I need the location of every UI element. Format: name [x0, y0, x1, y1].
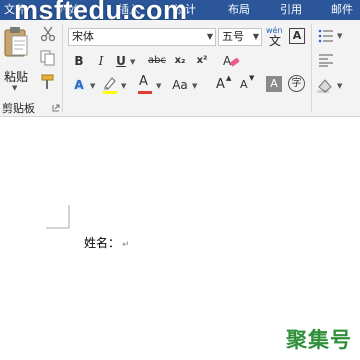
font-name-select[interactable]: 宋体 ▼ — [68, 28, 216, 46]
font-color-swatch — [138, 91, 152, 94]
arrow-down-icon: ▼ — [249, 74, 255, 82]
clipboard-icon — [4, 27, 28, 57]
group-separator — [62, 24, 63, 112]
clipboard-group-label: 剪贴板 — [2, 102, 35, 115]
group-separator — [311, 24, 312, 112]
grow-font-glyph: A — [216, 77, 225, 92]
ribbon-tab-strip: 文件 开始 插入 设计 布局 引用 邮件 msftedu.com — [0, 0, 360, 25]
change-case-button[interactable]: Aa — [170, 76, 190, 94]
superscript-button[interactable]: x² — [194, 52, 210, 70]
text-effects-button[interactable]: A — [70, 76, 88, 94]
tab-references[interactable]: 引用 — [280, 0, 302, 20]
font-color-button[interactable]: A — [136, 74, 154, 96]
chevron-down-icon[interactable]: ▼ — [130, 58, 135, 66]
shading-icon[interactable] — [316, 77, 334, 93]
brand-watermark: 聚集号 — [286, 328, 352, 352]
bullets-icon[interactable] — [318, 29, 334, 43]
cut-icon[interactable] — [40, 26, 56, 42]
chevron-down-icon[interactable]: ▼ — [121, 82, 126, 90]
phonetic-glyph: 文 — [269, 34, 282, 48]
chevron-down-icon: ▼ — [12, 84, 18, 92]
chevron-down-icon: ▼ — [252, 32, 259, 41]
margin-corner-mark — [46, 205, 70, 229]
tab-mailings[interactable]: 邮件 — [331, 0, 353, 20]
chevron-down-icon[interactable]: ▼ — [90, 82, 95, 90]
chevron-down-icon[interactable]: ▼ — [156, 82, 161, 90]
char-shading-button[interactable]: A — [266, 76, 282, 92]
phonetic-guide-button[interactable]: wén 文 — [266, 26, 286, 48]
subscript-button[interactable]: x₂ — [172, 52, 188, 70]
font-color-glyph: A — [139, 74, 148, 89]
underline-button[interactable]: U — [114, 52, 128, 70]
document-line-1[interactable]: 姓名： ↵ — [84, 234, 130, 251]
font-name-value: 宋体 — [72, 30, 94, 43]
shrink-font-glyph: A — [240, 78, 248, 91]
enclose-characters-button[interactable]: 字 — [288, 75, 305, 92]
tab-layout[interactable]: 布局 — [228, 0, 250, 20]
font-size-value: 五号 — [222, 30, 244, 43]
document-page[interactable]: 姓名： ↵ 聚集号 — [0, 117, 360, 360]
char-border-button[interactable]: A — [289, 28, 305, 44]
clear-formatting-icon[interactable]: A — [222, 52, 240, 70]
copy-icon[interactable] — [40, 50, 56, 66]
highlight-color-swatch — [103, 91, 117, 94]
bold-button[interactable]: B — [72, 52, 86, 70]
font-size-select[interactable]: 五号 ▼ — [218, 28, 262, 46]
align-left-icon[interactable] — [318, 53, 334, 67]
svg-text:A: A — [223, 54, 232, 68]
arrow-up-icon: ▲ — [226, 74, 232, 82]
chevron-down-icon[interactable]: ▼ — [337, 82, 342, 90]
paste-button[interactable]: 粘贴 ▼ — [2, 26, 30, 92]
italic-button[interactable]: I — [94, 52, 108, 70]
ribbon: 粘贴 ▼ 剪贴板 宋体 ▼ 五号 ▼ wén 文 A B I U ▼ abc x… — [0, 20, 360, 117]
paragraph-mark-icon: ↵ — [122, 240, 130, 250]
format-painter-icon[interactable] — [40, 74, 56, 90]
strikethrough-button[interactable]: abc — [146, 52, 168, 70]
paste-label: 粘贴 — [4, 70, 29, 84]
document-text: 姓名： — [84, 236, 121, 250]
highlighter-icon — [104, 77, 116, 90]
dialog-launcher-icon[interactable] — [52, 104, 60, 112]
highlight-button[interactable] — [101, 74, 119, 96]
chevron-down-icon[interactable]: ▼ — [337, 32, 342, 40]
grow-font-button[interactable]: A ▲ — [214, 74, 234, 94]
chevron-down-icon: ▼ — [206, 32, 213, 41]
chevron-down-icon[interactable]: ▼ — [192, 82, 197, 90]
shrink-font-button[interactable]: A ▼ — [238, 74, 258, 94]
